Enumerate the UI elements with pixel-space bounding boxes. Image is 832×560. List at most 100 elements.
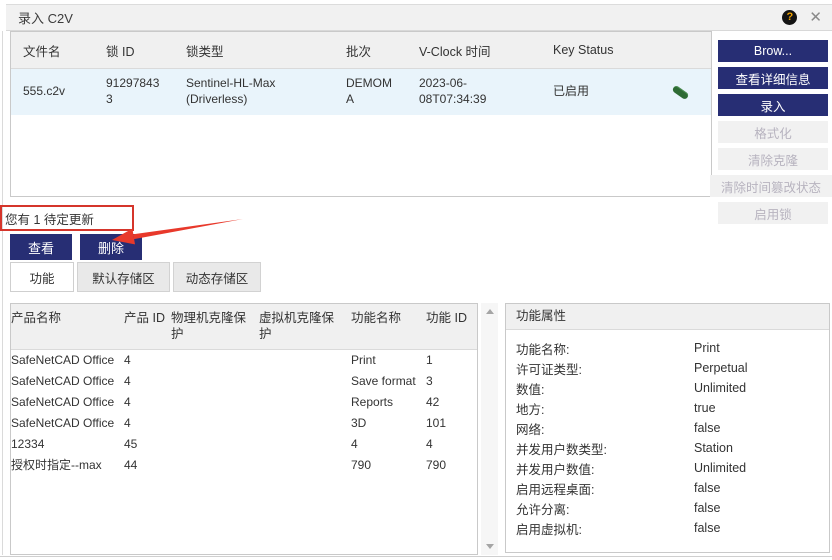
pending-update-highlight-box: 您有 1 待定更新 xyxy=(0,205,134,231)
feature-properties-panel: 功能属性 功能名称: Print 许可证类型: Perpetual 数值: Un… xyxy=(505,303,830,553)
feature-id-cell: 4 xyxy=(426,437,477,452)
features-table-scrollbar[interactable] xyxy=(481,303,498,555)
dialog-title: 录入 C2V xyxy=(18,8,73,27)
property-value: Print xyxy=(694,341,720,355)
product-id-cell: 44 xyxy=(124,458,171,473)
close-icon[interactable]: ✕ xyxy=(809,10,822,25)
property-row: 地方: true xyxy=(506,398,829,418)
col-batch: 批次 xyxy=(346,41,419,60)
property-label: 数值: xyxy=(506,379,694,398)
property-label: 许可证类型: xyxy=(506,359,694,378)
key-table-row[interactable]: 555.c2v 912978433 Sentinel-HL-Max (Drive… xyxy=(11,69,711,115)
import-c2v-dialog: 录入 C2V ? ✕ 文件名 锁 ID 锁类型 批次 V-Clock 时间 Ke… xyxy=(0,0,832,560)
property-value: Station xyxy=(694,441,733,455)
product-name-cell: SafeNetCAD Office xyxy=(11,416,124,431)
feature-id-cell: 42 xyxy=(426,395,477,410)
property-value: Unlimited xyxy=(694,461,746,475)
features-table: 产品名称 产品 ID 物理机克隆保护 虚拟机克隆保护 功能名称 功能 ID Sa… xyxy=(10,303,478,555)
col-physical-clone-protection: 物理机克隆保护 xyxy=(171,310,259,343)
scroll-down-arrow-icon[interactable] xyxy=(481,538,498,555)
product-id-cell: 4 xyxy=(124,416,171,431)
table-row[interactable]: SafeNetCAD Office 4 3D 101 xyxy=(11,413,477,434)
vclock-time-cell: 2023-06-08T07:34:39 xyxy=(419,76,499,107)
feature-name-cell: 790 xyxy=(351,458,426,473)
product-id-cell: 4 xyxy=(124,353,171,368)
property-row: 允许分离: false xyxy=(506,498,829,518)
view-details-button[interactable]: 查看详细信息 xyxy=(718,67,828,89)
key-table: 文件名 锁 ID 锁类型 批次 V-Clock 时间 Key Status 55… xyxy=(10,31,712,197)
feature-name-cell: 3D xyxy=(351,416,426,431)
product-id-cell: 4 xyxy=(124,395,171,410)
product-name-cell: SafeNetCAD Office xyxy=(11,374,124,389)
dialog-titlebar: 录入 C2V ? ✕ xyxy=(6,4,832,31)
product-name-cell: 12334 xyxy=(11,437,124,452)
import-button[interactable]: 录入 xyxy=(718,94,828,116)
col-lock-type: 锁类型 xyxy=(186,41,346,60)
property-row: 数值: Unlimited xyxy=(506,378,829,398)
scroll-up-arrow-icon[interactable] xyxy=(481,303,498,320)
property-label: 允许分离: xyxy=(506,499,694,518)
property-value: true xyxy=(694,401,716,415)
key-table-header: 文件名 锁 ID 锁类型 批次 V-Clock 时间 Key Status xyxy=(11,32,711,69)
property-label: 并发用户数类型: xyxy=(506,439,694,458)
property-label: 启用远程桌面: xyxy=(506,479,694,498)
property-value: false xyxy=(694,421,720,435)
property-row: 并发用户数值: Unlimited xyxy=(506,458,829,478)
property-row: 网络: false xyxy=(506,418,829,438)
lock-type-cell: Sentinel-HL-Max (Driverless) xyxy=(186,76,336,107)
tab-default-storage[interactable]: 默认存储区 xyxy=(77,262,170,292)
table-row[interactable]: SafeNetCAD Office 4 Save format 3 xyxy=(11,371,477,392)
product-name-cell: 授权时指定--max xyxy=(11,458,124,473)
feature-id-cell: 3 xyxy=(426,374,477,389)
product-id-cell: 45 xyxy=(124,437,171,452)
property-row: 启用虚拟机: false xyxy=(506,518,829,538)
features-table-header: 产品名称 产品 ID 物理机克隆保护 虚拟机克隆保护 功能名称 功能 ID xyxy=(11,304,477,350)
storage-tabs: 功能 默认存储区 动态存储区 xyxy=(10,262,261,292)
property-label: 功能名称: xyxy=(506,339,694,358)
property-label: 并发用户数值: xyxy=(506,459,694,478)
help-icon[interactable]: ? xyxy=(782,10,797,25)
lock-id-cell: 912978433 xyxy=(106,76,166,107)
feature-name-cell: Print xyxy=(351,353,426,368)
feature-properties-title: 功能属性 xyxy=(506,304,829,330)
property-row: 并发用户数类型: Station xyxy=(506,438,829,458)
property-label: 地方: xyxy=(506,399,694,418)
clear-time-tamper-button[interactable]: 清除时间篡改状态 xyxy=(710,175,832,197)
key-status-cell: 已启用 xyxy=(553,84,589,100)
col-key-status: Key Status xyxy=(553,43,711,57)
tab-features[interactable]: 功能 xyxy=(10,262,74,292)
product-id-cell: 4 xyxy=(124,374,171,389)
property-row: 功能名称: Print xyxy=(506,338,829,358)
product-name-cell: SafeNetCAD Office xyxy=(11,395,124,410)
property-value: false xyxy=(694,501,720,515)
feature-name-cell: Reports xyxy=(351,395,426,410)
batch-cell: DEMOMA xyxy=(346,76,396,107)
property-value: Unlimited xyxy=(694,381,746,395)
col-product-id: 产品 ID xyxy=(124,310,171,343)
table-row[interactable]: 12334 45 4 4 xyxy=(11,434,477,455)
col-lock-id: 锁 ID xyxy=(106,41,186,60)
property-label: 启用虚拟机: xyxy=(506,519,694,538)
col-vclock-time: V-Clock 时间 xyxy=(419,41,553,60)
clear-clone-button[interactable]: 清除克隆 xyxy=(718,148,828,170)
feature-name-cell: Save format xyxy=(351,374,426,389)
tab-dynamic-storage[interactable]: 动态存储区 xyxy=(173,262,261,292)
enable-lock-button[interactable]: 启用锁 xyxy=(718,202,828,224)
product-name-cell: SafeNetCAD Office xyxy=(11,353,124,368)
table-row[interactable]: SafeNetCAD Office 4 Print 1 xyxy=(11,350,477,371)
browse-button[interactable]: Brow... xyxy=(718,40,828,62)
col-vm-clone-protection: 虚拟机克隆保护 xyxy=(259,310,351,343)
property-row: 启用远程桌面: false xyxy=(506,478,829,498)
table-row[interactable]: 授权时指定--max 44 790 790 xyxy=(11,455,477,476)
file-name-cell: 555.c2v xyxy=(23,84,106,100)
feature-id-cell: 101 xyxy=(426,416,477,431)
property-row: 许可证类型: Perpetual xyxy=(506,358,829,378)
table-row[interactable]: SafeNetCAD Office 4 Reports 42 xyxy=(11,392,477,413)
feature-id-cell: 1 xyxy=(426,353,477,368)
col-feature-name: 功能名称 xyxy=(351,310,426,343)
view-update-button[interactable]: 查看 xyxy=(10,234,72,260)
delete-update-button[interactable]: 删除 xyxy=(80,234,142,260)
feature-properties-list: 功能名称: Print 许可证类型: Perpetual 数值: Unlimit… xyxy=(506,330,829,538)
property-value: false xyxy=(694,521,720,535)
format-button[interactable]: 格式化 xyxy=(718,121,828,143)
